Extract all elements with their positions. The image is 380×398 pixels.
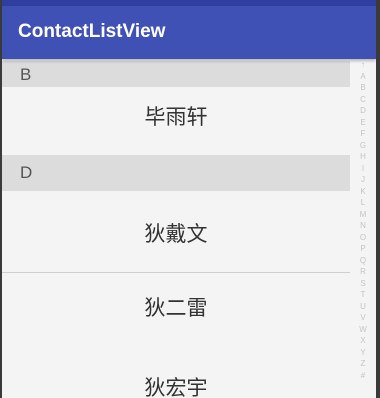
app-bar: ContactListView [2, 6, 376, 59]
index-letter-w[interactable]: W [355, 324, 371, 336]
index-letter-up[interactable]: ↑ [355, 59, 371, 71]
contact-row[interactable]: 狄戴文 [2, 191, 350, 273]
contact-list-screen: ContactListView B 毕雨轩 D 狄戴文 狄二雷 狄宏宇 ↑ A … [2, 0, 376, 398]
index-letter-i[interactable]: I [355, 163, 371, 175]
index-letter-q[interactable]: Q [355, 255, 371, 267]
section-header-d: D [2, 155, 350, 191]
index-letter-v[interactable]: V [355, 312, 371, 324]
contact-name: 狄二雷 [144, 296, 208, 320]
section-letter: D [20, 163, 33, 182]
index-letter-k[interactable]: K [355, 186, 371, 198]
index-letter-d[interactable]: D [355, 105, 371, 117]
alphabet-index-bar[interactable]: ↑ A B C D E F G H I J K L M N O P Q R S … [355, 59, 371, 398]
index-letter-m[interactable]: M [355, 209, 371, 221]
index-letter-u[interactable]: U [355, 301, 371, 313]
index-letter-a[interactable]: A [355, 71, 371, 83]
section-letter: B [20, 65, 32, 84]
app-title: ContactListView [18, 21, 166, 42]
contact-name: 狄宏宇 [144, 376, 208, 398]
index-letter-z[interactable]: Z [355, 358, 371, 370]
section-header-b: B [2, 61, 350, 87]
index-letter-p[interactable]: P [355, 243, 371, 255]
index-letter-e[interactable]: E [355, 117, 371, 129]
index-letter-r[interactable]: R [355, 266, 371, 278]
index-letter-c[interactable]: C [355, 94, 371, 106]
index-letter-n[interactable]: N [355, 220, 371, 232]
contact-row[interactable]: 狄二雷 [2, 273, 350, 345]
index-letter-hash[interactable]: # [355, 370, 371, 382]
index-letter-f[interactable]: F [355, 128, 371, 140]
index-letter-x[interactable]: X [355, 335, 371, 347]
index-letter-h[interactable]: H [355, 151, 371, 163]
index-letter-l[interactable]: L [355, 197, 371, 209]
contact-list[interactable]: B 毕雨轩 D 狄戴文 狄二雷 狄宏宇 [2, 59, 350, 398]
contact-row[interactable]: 毕雨轩 [2, 87, 350, 155]
index-letter-t[interactable]: T [355, 289, 371, 301]
contact-name: 毕雨轩 [144, 105, 208, 129]
contact-name: 狄戴文 [144, 222, 208, 246]
index-letter-o[interactable]: O [355, 232, 371, 244]
index-letter-j[interactable]: J [355, 174, 371, 186]
index-letter-y[interactable]: Y [355, 347, 371, 359]
contact-row[interactable]: 狄宏宇 [2, 345, 350, 398]
index-letter-s[interactable]: S [355, 278, 371, 290]
index-letter-g[interactable]: G [355, 140, 371, 152]
index-letter-b[interactable]: B [355, 82, 371, 94]
